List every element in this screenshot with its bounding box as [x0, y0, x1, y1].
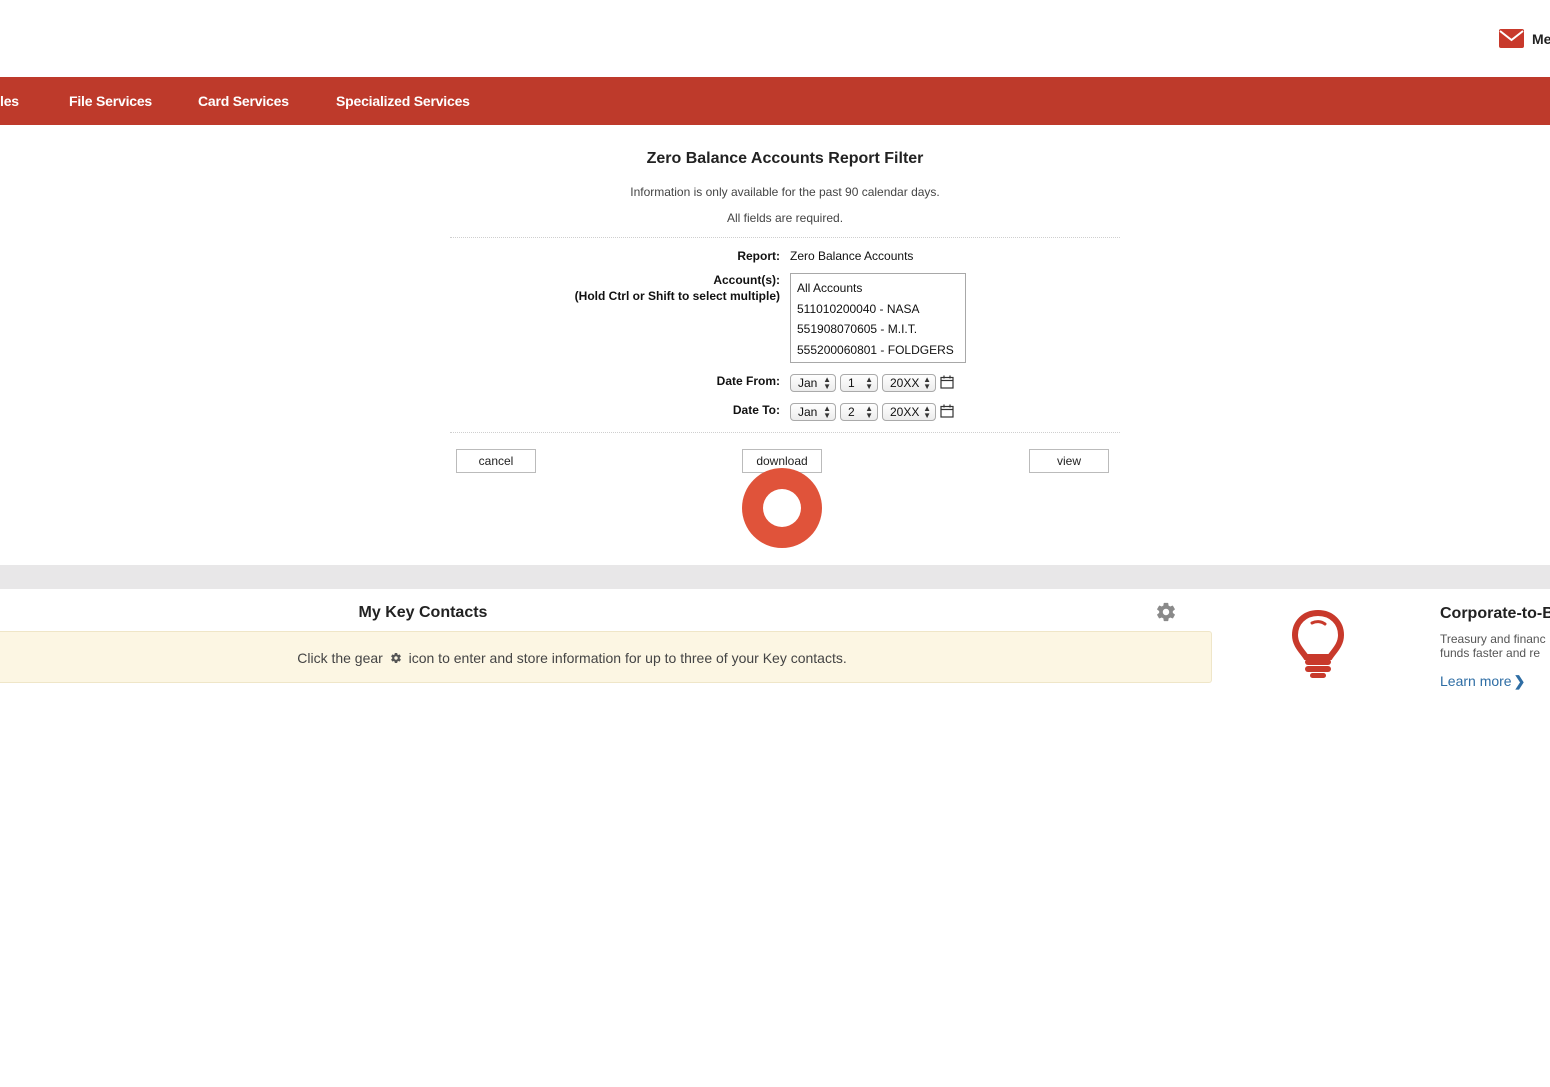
date-to-month-select[interactable]: Jan ▲ ▼: [790, 403, 836, 421]
select-arrows-icon: ▲ ▼: [923, 404, 931, 420]
key-contacts-notice: Click the gear icon to enter and store i…: [0, 631, 1212, 683]
date-to-year-value: 20XX: [890, 405, 920, 419]
date-to-label: Date To:: [732, 403, 780, 417]
section-separator: [0, 565, 1550, 589]
key-contacts-message-start: Click the gear: [297, 650, 383, 666]
promo-text: Treasury and financ funds faster and re: [1440, 632, 1550, 660]
date-from-year-value: 20XX: [890, 376, 920, 390]
main-nav: les File Services Card Services Speciali…: [0, 77, 1550, 125]
select-arrows-icon: ▲ ▼: [923, 375, 931, 391]
gear-icon[interactable]: [1155, 601, 1177, 623]
nav-item-card-services[interactable]: Card Services: [198, 93, 289, 109]
messages-label: Me: [1532, 30, 1550, 47]
account-option[interactable]: 551908070605 - M.I.T.: [791, 319, 965, 340]
nav-item-specialized-services[interactable]: Specialized Services: [336, 93, 470, 109]
account-option[interactable]: 511010200040 - NASA: [791, 299, 965, 320]
chevron-right-icon: ❯: [1513, 673, 1526, 689]
calendar-icon[interactable]: [940, 375, 954, 389]
report-filter: Zero Balance Accounts Report Filter Info…: [450, 150, 1120, 225]
account-option[interactable]: All Accounts: [791, 278, 965, 299]
nav-item-file-services[interactable]: File Services: [69, 93, 152, 109]
learn-more-label: Learn more: [1440, 673, 1512, 689]
calendar-icon[interactable]: [940, 404, 954, 418]
page-title: Zero Balance Accounts Report Filter: [646, 150, 924, 167]
date-to-month-value: Jan: [798, 405, 818, 419]
inline-gear-icon: [390, 653, 401, 664]
view-button[interactable]: view: [1029, 449, 1109, 473]
key-contacts-message: Click the gear icon to enter and store i…: [0, 650, 1144, 666]
required-note: All fields are required.: [726, 211, 844, 225]
select-arrows-icon: ▲ ▼: [865, 375, 873, 391]
top-bar: Me: [0, 0, 1550, 77]
date-from-month-value: Jan: [798, 376, 818, 390]
date-from-year-select[interactable]: 20XX ▲ ▼: [882, 374, 936, 392]
key-contacts-title: My Key Contacts: [358, 604, 488, 621]
report-label: Report:: [737, 249, 780, 263]
lightbulb-icon: [1291, 609, 1345, 678]
date-from-label: Date From:: [716, 374, 780, 388]
divider-bottom: [450, 432, 1120, 433]
date-to-day-value: 2: [848, 405, 855, 419]
availability-note: Information is only available for the pa…: [630, 185, 940, 199]
select-arrows-icon: ▲ ▼: [865, 404, 873, 420]
key-contacts-message-end: icon to enter and store information for …: [408, 650, 847, 666]
date-from-month-select[interactable]: Jan ▲ ▼: [790, 374, 836, 392]
divider-top: [450, 237, 1120, 238]
report-value: Zero Balance Accounts: [790, 249, 914, 263]
date-to-day-select[interactable]: 2 ▲ ▼: [840, 403, 878, 421]
click-indicator: [742, 468, 822, 548]
accounts-label: Account(s):: [713, 273, 780, 287]
promo-title: Corporate-to-B: [1440, 605, 1550, 622]
select-arrows-icon: ▲ ▼: [823, 404, 831, 420]
select-arrows-icon: ▲ ▼: [823, 375, 831, 391]
accounts-select[interactable]: All Accounts 511010200040 - NASA 5519080…: [790, 273, 966, 363]
cancel-button[interactable]: cancel: [456, 449, 536, 473]
messages-link[interactable]: Me: [1499, 29, 1550, 48]
nav-item-partial[interactable]: les: [0, 93, 19, 109]
learn-more-link[interactable]: Learn more ❯: [1440, 673, 1525, 690]
account-option[interactable]: 555200060801 - FOLDGERS: [791, 340, 965, 361]
date-from-day-value: 1: [848, 376, 855, 390]
envelope-icon: [1499, 29, 1524, 48]
date-from-day-select[interactable]: 1 ▲ ▼: [840, 374, 878, 392]
date-to-year-select[interactable]: 20XX ▲ ▼: [882, 403, 936, 421]
accounts-hint: (Hold Ctrl or Shift to select multiple): [574, 289, 780, 303]
promo-text-line: funds faster and re: [1440, 646, 1541, 660]
promo-text-line: Treasury and financ: [1440, 632, 1546, 646]
